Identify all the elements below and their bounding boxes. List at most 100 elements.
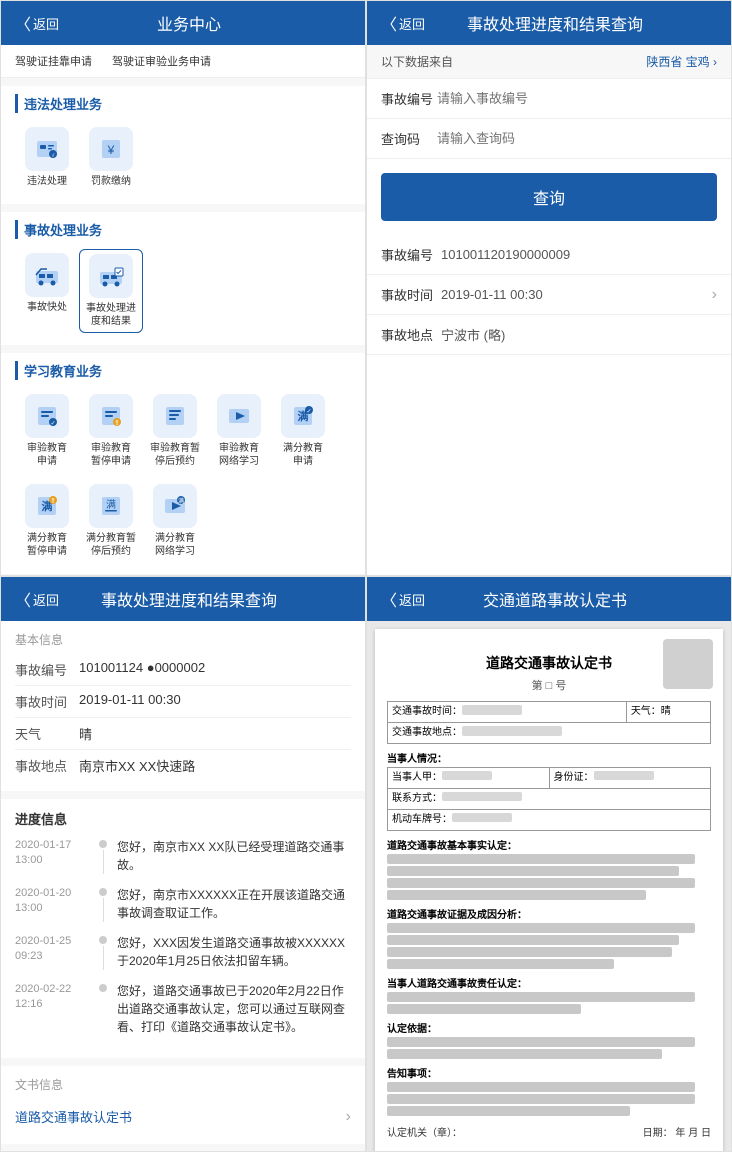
doc-name-cert: 道路交通事故认定书 [15, 1107, 346, 1126]
region-chevron-icon: › [713, 55, 717, 69]
cert-resp-line2 [387, 1004, 581, 1014]
panel1-back-button[interactable]: 〈 返回 [15, 11, 59, 35]
detail-row-accident-num: 事故编号 101001124 ●0000002 [15, 654, 351, 686]
panel2-back-button[interactable]: 〈 返回 [381, 11, 425, 35]
panel4-back-button[interactable]: 〈 返回 [381, 587, 425, 611]
panel4-header: 〈 返回 交通道路事故认定书 [367, 577, 731, 621]
icon-item-full-edu-online[interactable]: 满 满分教育网络学习 [143, 480, 207, 562]
cert-note-label: 告知事项： [387, 1065, 711, 1080]
panel2-query-form: 以下数据来自 陕西省 宝鸡 › 事故编号 查询码 查询 事故编号 1010011… [367, 45, 731, 575]
panel4-title: 交通道路事故认定书 [433, 587, 677, 611]
fine-pay-icon: ¥ [89, 127, 133, 171]
cert-law-line1 [387, 1037, 695, 1047]
progress-dot-col-3 [95, 934, 111, 970]
icon-item-violation-handle[interactable]: √ 违法处理 [15, 123, 79, 192]
panel2-title: 事故处理进度和结果查询 [433, 11, 677, 35]
panel2-back-label: 返回 [399, 14, 425, 33]
panel3-content: 基本信息 事故编号 101001124 ●0000002 事故时间 2019-0… [1, 621, 365, 1151]
result-value-accident-number: 101001120190000009 [441, 247, 717, 262]
icon-item-edu-pause-apply[interactable]: ‼ 审验教育暂停申请 [79, 390, 143, 472]
detail-value-accident-time: 2019-01-11 00:30 [79, 692, 351, 711]
doc-section-title: 文书信息 [15, 1076, 351, 1093]
progress-dot-2 [99, 888, 107, 896]
result-label-accident-time: 事故时间 [381, 285, 441, 304]
query-code-input[interactable] [437, 131, 717, 146]
panel1-content: 驾驶证挂靠申请 驾驶证审验业务申请 违法处理业务 [1, 45, 365, 575]
cert-evidence-label: 道路交通事故证据及成因分析： [387, 906, 711, 921]
full-edu-pause-book-label: 满分教育暂停后预约 [86, 532, 136, 558]
progress-time-1: 2020-01-17 13:00 [15, 838, 95, 874]
panel4-back-label: 返回 [399, 590, 425, 609]
result-item-accident-location: 事故地点 宁波市 (略) [367, 315, 731, 355]
doc-row-cert[interactable]: 道路交通事故认定书 › [15, 1099, 351, 1134]
cert-vehicle-plate: 机动车牌号： [388, 810, 711, 831]
cert-parties-table: 当事人甲： 身份证： 联系方式： 机动车牌号： [387, 767, 711, 831]
cert-table-cell-time-label: 交通事故时间： [388, 702, 627, 723]
data-source-region[interactable]: 陕西省 宝鸡 › [646, 53, 717, 70]
cert-note-line2 [387, 1094, 695, 1104]
cert-law-line2 [387, 1049, 662, 1059]
panel1-title: 业务中心 [67, 11, 311, 35]
quick-link-license-hang[interactable]: 驾驶证挂靠申请 [15, 53, 92, 69]
icon-item-full-edu-pause-book[interactable]: 满 满分教育暂停后预约 [79, 480, 143, 562]
edu-pause-apply-icon: ‼ [89, 394, 133, 438]
progress-item-2: 2020-01-20 13:00 您好，南京市XXXXXX正在开展该道路交通事故… [15, 886, 351, 922]
icon-item-edu-pause-book[interactable]: 审验教育暂停后预约 [143, 390, 207, 472]
progress-dot-col-1 [95, 838, 111, 874]
progress-msg-3: 您好，XXX因发生道路交通事故被XXXXXX于2020年1月25日依法扣留车辆。 [111, 934, 351, 970]
result-item-accident-time[interactable]: 事故时间 2019-01-11 00:30 › [367, 275, 731, 315]
cert-evidence-line1 [387, 923, 695, 933]
accident-number-input[interactable] [437, 91, 717, 106]
icon-item-accident-progress[interactable]: 事故处理进度和结果 [79, 249, 143, 333]
icon-item-full-edu-pause[interactable]: 满 ‼ 满分教育暂停申请 [15, 480, 79, 562]
fine-pay-label: 罚款缴纳 [91, 175, 131, 188]
cert-facts-line1 [387, 854, 695, 864]
panel-cert: 〈 返回 交通道路事故认定书 道路交通事故认定书 第 □ 号 交通事故时间： 天… [366, 576, 732, 1152]
data-source-bar: 以下数据来自 陕西省 宝鸡 › [367, 45, 731, 79]
icon-item-edu-online[interactable]: 审验教育网络学习 [207, 390, 271, 472]
cert-table-cell-location: 交通事故地点： [388, 723, 711, 744]
edu-pause-book-label: 审验教育暂停后预约 [150, 442, 200, 468]
progress-time-2: 2020-01-20 13:00 [15, 886, 95, 922]
result-value-accident-time: 2019-01-11 00:30 [441, 287, 712, 302]
cert-document: 道路交通事故认定书 第 □ 号 交通事故时间： 天气：晴 交通事故地点： 当事人… [375, 629, 723, 1151]
accident-number-field: 事故编号 [367, 79, 731, 119]
svg-text:‼: ‼ [51, 498, 55, 505]
query-code-field: 查询码 [367, 119, 731, 159]
progress-item-1: 2020-01-17 13:00 您好，南京市XX XX队已经受理道路交通事故。 [15, 838, 351, 874]
svg-text:‼: ‼ [115, 420, 119, 427]
full-edu-apply-label: 满分教育申请 [283, 442, 323, 468]
panel3-back-button[interactable]: 〈 返回 [15, 587, 59, 611]
query-button[interactable]: 查询 [381, 173, 717, 221]
panel-business-center: 〈 返回 业务中心 驾驶证挂靠申请 驾驶证审验业务申请 违法处理业务 [0, 0, 366, 576]
panel1-header: 〈 返回 业务中心 [1, 1, 365, 45]
accident-quick-label: 事故快处 [27, 301, 67, 314]
cert-facts-line4 [387, 890, 646, 900]
progress-dot-1 [99, 840, 107, 848]
result-label-accident-location: 事故地点 [381, 325, 441, 344]
section-education: 学习教育业务 ✓ 审验教育申请 [1, 353, 365, 574]
section-violation-title: 违法处理业务 [15, 94, 351, 113]
icon-item-fine-pay[interactable]: ¥ 罚款缴纳 [79, 123, 143, 192]
progress-dot-col-2 [95, 886, 111, 922]
accident-icon-grid: 事故快处 事故处理进度和结果 [15, 249, 351, 333]
quick-link-license-verify[interactable]: 驾驶证审验业务申请 [112, 53, 211, 69]
quick-link-license-hang-label: 驾驶证挂靠申请 [15, 56, 92, 68]
svg-text:√: √ [52, 152, 55, 159]
cert-signature-left: 认定机关（章）： [387, 1124, 462, 1139]
accident-quick-icon [25, 253, 69, 297]
progress-msg-2: 您好，南京市XXXXXX正在开展该道路交通事故调查取证工作。 [111, 886, 351, 922]
icon-item-full-edu-apply[interactable]: 满 ✓ 满分教育申请 [271, 390, 335, 472]
cert-law-label: 认定依据： [387, 1020, 711, 1035]
svg-text:✓: ✓ [50, 421, 55, 427]
cert-evidence-line3 [387, 947, 672, 957]
full-edu-pause-label: 满分教育暂停申请 [27, 532, 67, 558]
base-info-section: 基本信息 事故编号 101001124 ●0000002 事故时间 2019-0… [1, 621, 365, 791]
svg-text:满: 满 [178, 497, 184, 505]
cert-party-a-id-blurred [594, 771, 654, 780]
icon-item-edu-apply[interactable]: ✓ 审验教育申请 [15, 390, 79, 472]
cert-note-line1 [387, 1082, 695, 1092]
section-violation: 违法处理业务 √ 违法处理 [1, 86, 365, 204]
icon-item-accident-quick[interactable]: 事故快处 [15, 249, 79, 333]
detail-row-location: 事故地点 南京市XX XX快速路 [15, 750, 351, 781]
